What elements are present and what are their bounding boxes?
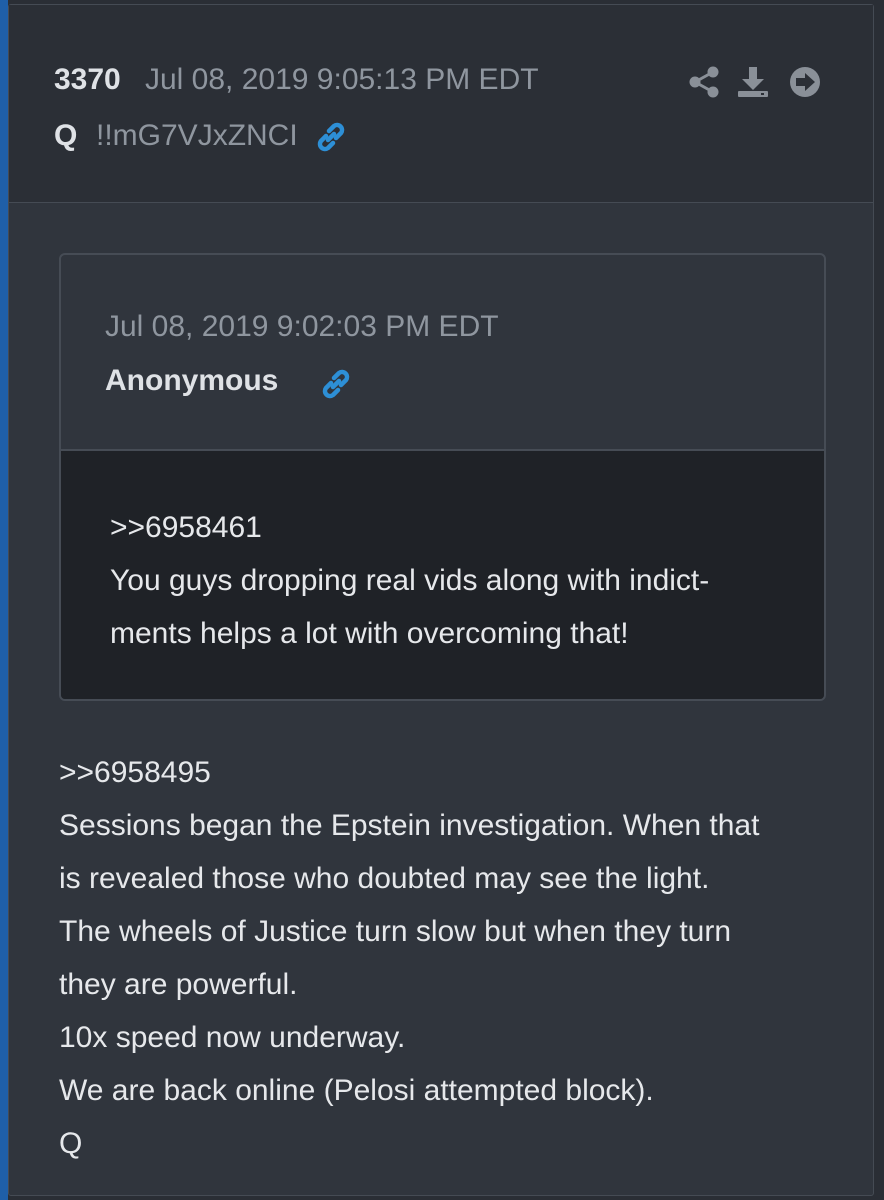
- post-timestamp: Jul 08, 2019 9:05:13 PM EDT: [145, 63, 539, 96]
- message-line: We are back online (Pelosi attempted blo…: [59, 1074, 654, 1107]
- post-author: Q: [54, 119, 78, 152]
- post-tripcode: !!mG7VJxZNCI: [96, 119, 298, 152]
- quoted-text-line: You guys dropping real vids along with i…: [110, 564, 710, 597]
- link-icon[interactable]: [313, 119, 349, 155]
- message-line: is revealed those who doubted may see th…: [59, 862, 710, 895]
- message-line: 10x speed now underway.: [59, 1021, 406, 1054]
- share-icon[interactable]: [687, 65, 721, 99]
- post-reference-link[interactable]: >>6958461: [110, 511, 262, 545]
- message-line: they are powerful.: [59, 968, 298, 1001]
- post-header: 3370 Jul 08, 2019 9:05:13 PM EDT Q !!mG7…: [9, 5, 873, 203]
- quoted-post-timestamp: Jul 08, 2019 9:02:03 PM EDT: [105, 310, 499, 343]
- message-line: The wheels of Justice turn slow but when…: [59, 915, 732, 948]
- quoted-post-body: >>6958461 You guys dropping real vids al…: [61, 451, 824, 699]
- message-signature: Q: [59, 1127, 83, 1160]
- quoted-text-line: ments helps a lot with overcoming that!: [110, 617, 629, 650]
- quoted-post: Jul 08, 2019 9:02:03 PM EDT Anonymous >>…: [59, 253, 826, 701]
- quoted-post-author: Anonymous: [105, 364, 279, 397]
- link-icon[interactable]: [318, 366, 354, 402]
- post-accent-bar: [0, 0, 8, 1200]
- quoted-post-header: Jul 08, 2019 9:02:03 PM EDT Anonymous: [61, 255, 824, 451]
- message-line: Sessions began the Epstein investigation…: [59, 809, 760, 842]
- post-reference-link[interactable]: >>6958495: [59, 756, 211, 790]
- arrow-right-circle-icon[interactable]: [788, 65, 822, 99]
- post-number[interactable]: 3370: [54, 63, 121, 97]
- download-icon[interactable]: [736, 65, 770, 99]
- post-card: 3370 Jul 08, 2019 9:05:13 PM EDT Q !!mG7…: [8, 4, 874, 1196]
